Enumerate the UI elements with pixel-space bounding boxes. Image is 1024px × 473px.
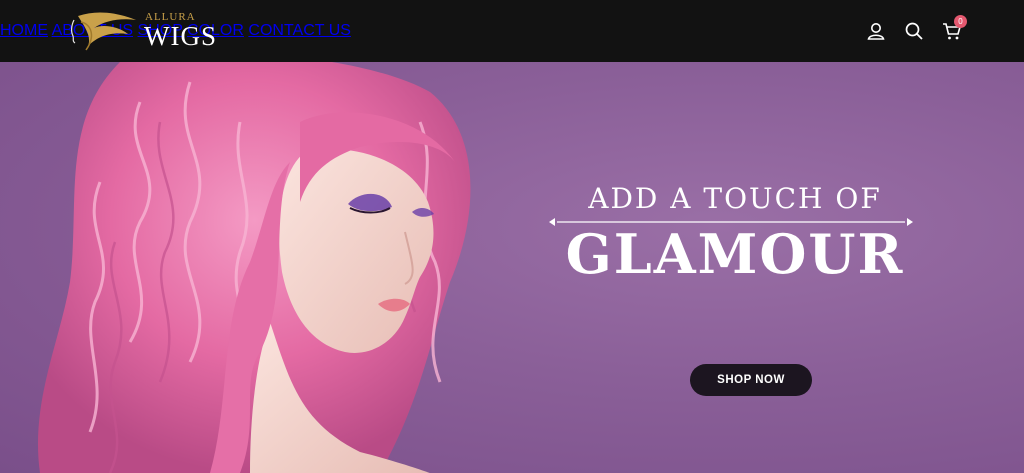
search-icon[interactable] <box>903 20 925 42</box>
site-header: ALLURA WIGS HOME ABOUT US SHOP COLOR CON… <box>0 0 1024 62</box>
nav-home[interactable]: HOME <box>0 22 48 39</box>
logo-face-icon <box>71 12 136 51</box>
cart-count-badge: 0 <box>954 15 967 28</box>
logo-wordmark: WIGS <box>144 21 217 51</box>
hero-headline: GLAMOUR <box>565 222 905 286</box>
hero-banner: ADD A TOUCH OF GLAMOUR SHOP NOW <box>0 62 1024 473</box>
hero-tagline: ADD A TOUCH OF <box>588 182 882 215</box>
logo[interactable]: ALLURA WIGS <box>66 6 226 56</box>
nav-contact-us[interactable]: CONTACT US <box>248 22 351 39</box>
shop-now-button[interactable]: SHOP NOW <box>690 364 812 396</box>
user-icon[interactable] <box>865 20 887 42</box>
